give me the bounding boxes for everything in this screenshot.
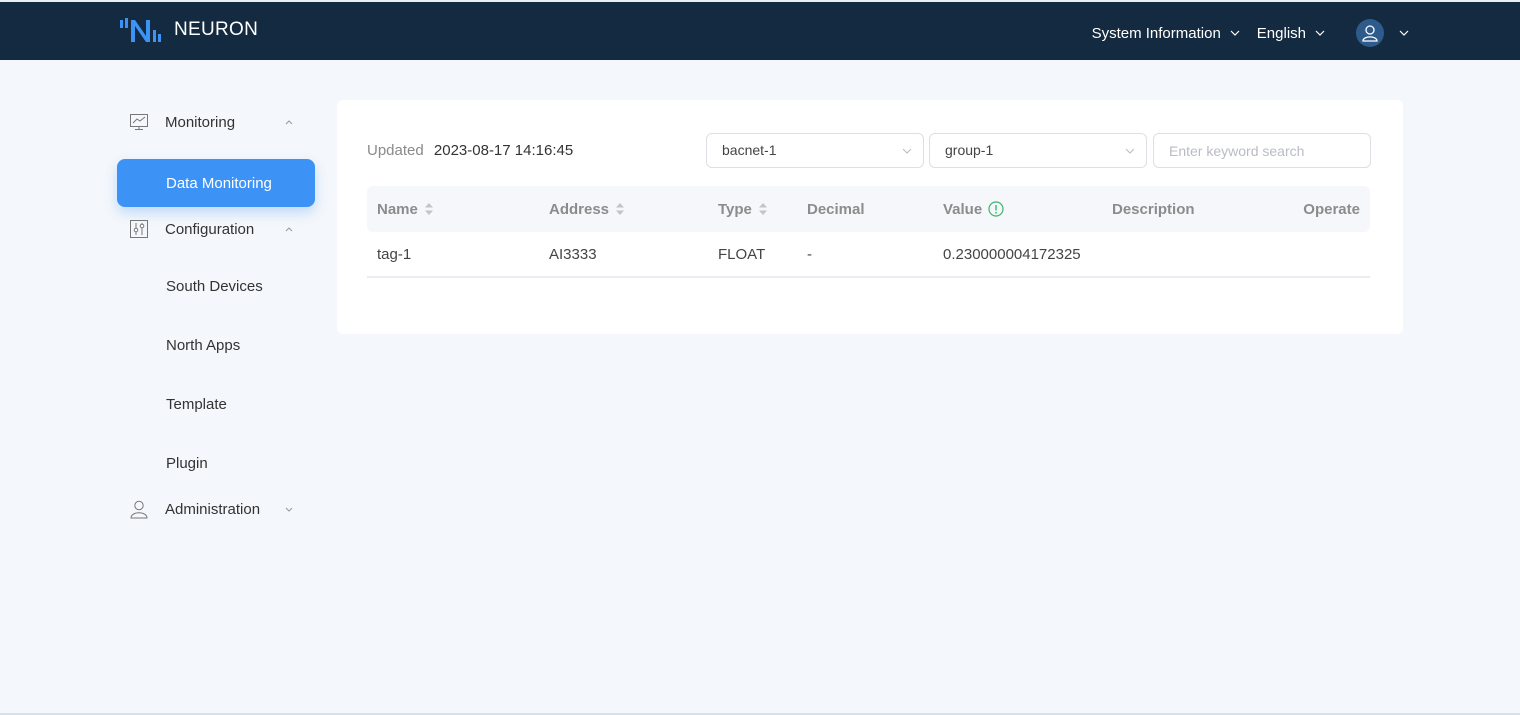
south-device-select-value: bacnet-1 [722, 142, 777, 158]
sidebar-item-label: Data Monitoring [166, 174, 272, 192]
user-icon [130, 500, 148, 519]
tag-data-table: Name Address Type Decimal Value Descript… [367, 186, 1370, 278]
cell-type: FLOAT [718, 245, 766, 263]
top-navigation-bar: NEURON System Information English [0, 0, 1520, 60]
brand-name: NEURON [174, 19, 259, 40]
column-header-operate: Operate [1303, 201, 1360, 218]
sidebar-item-label: South Devices [166, 277, 263, 295]
cell-address: AI3333 [549, 245, 597, 263]
column-label: Decimal [807, 200, 865, 218]
sidebar-group-administration[interactable]: Administration [117, 487, 317, 531]
table-header: Name Address Type Decimal Value Descript… [367, 186, 1370, 232]
chevron-down-icon [1315, 30, 1325, 36]
sidebar-group-configuration[interactable]: Configuration [117, 207, 317, 251]
column-label: Type [718, 200, 752, 218]
sidebar-group-label: Administration [165, 500, 261, 518]
sidebar-group-monitoring[interactable]: Monitoring [117, 100, 317, 144]
sidebar-item-north-apps[interactable]: North Apps [117, 321, 317, 369]
sidebar-group-label: Configuration [165, 220, 255, 238]
sidebar: Monitoring Data Monitoring Configuration… [117, 100, 317, 531]
sort-icon [616, 203, 625, 215]
data-monitoring-card: Updated 2023-08-17 14:16:45 bacnet-1 gro… [337, 100, 1403, 334]
sidebar-item-plugin[interactable]: Plugin [117, 439, 317, 487]
cell-value: 0.230000004172325 [943, 245, 1081, 263]
sidebar-item-label: Plugin [166, 454, 208, 472]
column-header-description: Description [1112, 201, 1195, 218]
cell-name: tag-1 [377, 245, 412, 263]
chevron-up-icon [285, 227, 293, 232]
chevron-down-icon [1230, 30, 1240, 36]
updated-timestamp: Updated 2023-08-17 14:16:45 [367, 142, 573, 159]
info-exclamation-icon[interactable] [988, 201, 1004, 217]
logo[interactable]: NEURON [118, 16, 258, 44]
group-select-value: group-1 [945, 142, 994, 158]
sidebar-item-data-monitoring[interactable]: Data Monitoring [117, 159, 315, 207]
column-label: Operate [1303, 200, 1360, 218]
chevron-down-icon [285, 507, 293, 512]
column-header-type[interactable]: Type [718, 201, 768, 218]
group-select[interactable]: group-1 [929, 133, 1147, 168]
sidebar-group-label: Monitoring [165, 113, 236, 131]
column-label: Name [377, 200, 418, 218]
system-information-menu[interactable]: System Information [1092, 25, 1241, 42]
south-device-select[interactable]: bacnet-1 [706, 133, 924, 168]
table-row: tag-1 AI3333 FLOAT - 0.230000004172325 [367, 232, 1370, 278]
sidebar-item-template[interactable]: Template [117, 380, 317, 428]
chevron-down-icon [1125, 148, 1135, 154]
neuron-logo-icon [120, 18, 161, 42]
user-avatar[interactable] [1356, 19, 1384, 47]
user-menu-chevron-icon[interactable] [1398, 27, 1410, 39]
sidebar-item-label: Template [166, 395, 227, 413]
sidebar-item-south-devices[interactable]: South Devices [117, 262, 317, 310]
sort-icon [424, 203, 433, 215]
column-label: Value [943, 200, 983, 218]
keyword-search-input[interactable] [1153, 133, 1371, 168]
updated-label: Updated [367, 142, 424, 159]
chevron-up-icon [285, 120, 293, 125]
cell-decimal: - [807, 245, 812, 263]
column-header-decimal: Decimal [807, 201, 865, 218]
sliders-icon [130, 220, 148, 238]
column-header-value: Value [943, 201, 1004, 218]
language-label: English [1256, 24, 1306, 42]
column-label: Description [1112, 200, 1195, 218]
sort-icon [758, 203, 767, 215]
monitor-chart-icon [130, 114, 148, 130]
system-information-label: System Information [1091, 24, 1221, 42]
column-label: Address [549, 200, 610, 218]
user-icon [1362, 25, 1378, 42]
updated-value: 2023-08-17 14:16:45 [433, 142, 574, 159]
chevron-down-icon [902, 148, 912, 154]
language-menu[interactable]: English [1257, 25, 1326, 42]
column-header-name[interactable]: Name [377, 201, 434, 218]
column-header-address[interactable]: Address [549, 201, 625, 218]
sidebar-item-label: North Apps [166, 336, 241, 354]
